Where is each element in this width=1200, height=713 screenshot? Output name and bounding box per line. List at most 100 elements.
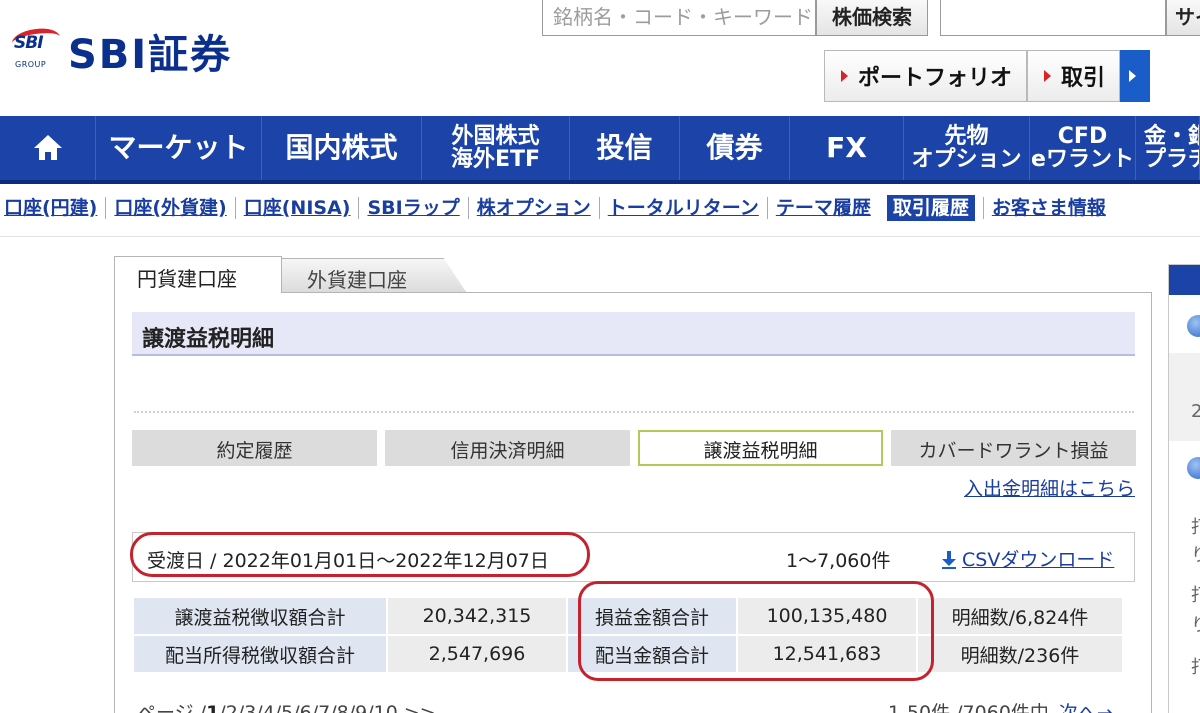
side-panel: 【 2 打 り 打 り 打 bbox=[1168, 264, 1200, 713]
site-search-button[interactable]: サイト内検索 bbox=[1166, 0, 1200, 36]
dividend-tax-label: 配当所得税徴収額合計 bbox=[134, 636, 386, 672]
dotted-divider bbox=[134, 411, 1134, 413]
nav-futures-line2: オプション bbox=[911, 147, 1022, 172]
nav-fx-label: FX bbox=[826, 131, 867, 165]
global-nav: マーケット 国内株式 外国株式 海外ETF 投信 債券 FX 先物 オプション … bbox=[0, 116, 1200, 184]
arrow-right-icon bbox=[1129, 70, 1137, 82]
site-search-input[interactable] bbox=[940, 0, 1166, 36]
quick-nav: ポートフォリオ 取引 bbox=[824, 50, 1151, 102]
arrow-right-icon bbox=[841, 70, 848, 82]
nav-foreign-stock[interactable]: 外国株式 海外ETF bbox=[422, 116, 570, 180]
subnav-stock-option[interactable]: 株オプション bbox=[469, 197, 600, 219]
dividend-amount-label: 配当金額合計 bbox=[568, 636, 736, 672]
nav-futures-line1: 先物 bbox=[944, 123, 989, 149]
tab-jpy-account[interactable]: 円貨建口座 bbox=[114, 256, 282, 293]
side-panel-header bbox=[1169, 265, 1200, 295]
subnav-account-jpy[interactable]: 口座(円建) bbox=[0, 197, 107, 219]
subnav-sbi-wrap[interactable]: SBIラップ bbox=[359, 197, 469, 219]
tab-capital-gains-tax[interactable]: 譲渡益税明細 bbox=[638, 430, 883, 466]
nav-cfd-line2: eワラント bbox=[1031, 147, 1134, 172]
tab-margin-settlement[interactable]: 信用決済明細 bbox=[385, 430, 630, 466]
sbi-logo[interactable]: SBI GROUP SBI証券 bbox=[10, 22, 233, 80]
pager-range: 1-50件 /7060件中 bbox=[888, 702, 1049, 713]
profit-loss-count: 明細数/6,824件 bbox=[918, 598, 1122, 634]
logo-mark-text: SBI bbox=[14, 33, 44, 53]
capital-gains-tax-value: 20,342,315 bbox=[388, 598, 566, 634]
nav-fund[interactable]: 投信 bbox=[570, 116, 680, 180]
nav-foreign-stock-line1: 外国株式 bbox=[451, 123, 540, 149]
nav-market[interactable]: マーケット bbox=[96, 116, 262, 180]
subnav-theme-history[interactable]: テーマ履歴 bbox=[768, 197, 879, 219]
table-row: 配当所得税徴収額合計 2,547,696 配当金額合計 12,541,683 明… bbox=[134, 636, 1122, 672]
deposit-withdrawal-link[interactable]: 入出金明細はこちら bbox=[964, 474, 1135, 501]
dividend-amount-value: 12,541,683 bbox=[738, 636, 916, 672]
stock-search-input[interactable]: 銘柄名・コード・キーワード bbox=[542, 0, 816, 36]
nav-domestic-stock[interactable]: 国内株式 bbox=[262, 116, 422, 180]
subnav-trade-history[interactable]: 取引履歴 bbox=[886, 195, 975, 221]
nav-bond-label: 債券 bbox=[706, 131, 763, 165]
nav-cfd-line1: CFD bbox=[1057, 123, 1108, 149]
account-sub-nav: 口座(円建) 口座(外貨建) 口座(NISA) SBIラップ 株オプション トー… bbox=[0, 192, 1114, 224]
record-count: 1〜7,060件 bbox=[786, 550, 891, 572]
globe-icon bbox=[1187, 315, 1200, 337]
summary-table: 譲渡益税徴収額合計 20,342,315 損益金額合計 100,135,480 … bbox=[132, 596, 1124, 674]
logo-group-text: GROUP bbox=[15, 60, 47, 69]
more-button[interactable] bbox=[1120, 50, 1151, 102]
nav-gold-line2: プラチナ bbox=[1144, 147, 1199, 172]
csv-download-label: CSVダウンロード bbox=[962, 549, 1115, 571]
nav-fund-label: 投信 bbox=[596, 131, 653, 165]
side-char: 【 bbox=[1191, 369, 1200, 395]
profit-loss-value: 100,135,480 bbox=[738, 598, 916, 634]
download-icon bbox=[942, 550, 956, 569]
nav-bond[interactable]: 債券 bbox=[680, 116, 790, 180]
nav-domestic-stock-label: 国内株式 bbox=[285, 131, 398, 165]
tab-covered-warrant[interactable]: カバードワラント損益 bbox=[891, 430, 1136, 466]
nav-gold-line1: 金・銀・ bbox=[1144, 123, 1199, 149]
pager-current-page: 1 bbox=[206, 702, 220, 713]
side-char: 打 bbox=[1191, 581, 1200, 607]
side-char: 打 bbox=[1191, 653, 1200, 679]
portfolio-button[interactable]: ポートフォリオ bbox=[824, 50, 1028, 102]
subnav-customer-info[interactable]: お客さま情報 bbox=[982, 197, 1114, 219]
nav-cfd[interactable]: CFD eワラント bbox=[1030, 116, 1136, 180]
tab-execution-history[interactable]: 約定履歴 bbox=[132, 430, 377, 466]
subnav-account-foreign[interactable]: 口座(外貨建) bbox=[106, 197, 236, 219]
side-char: 打 bbox=[1191, 513, 1200, 539]
next-page-link[interactable]: 次へ→ bbox=[1059, 702, 1113, 713]
capital-gains-tax-label: 譲渡益税徴収額合計 bbox=[134, 598, 386, 634]
nav-home[interactable] bbox=[0, 116, 96, 180]
subnav-account-nisa[interactable]: 口座(NISA) bbox=[236, 197, 360, 219]
side-gray-block bbox=[1169, 353, 1200, 441]
globe-icon bbox=[1187, 457, 1200, 479]
table-row: 譲渡益税徴収額合計 20,342,315 損益金額合計 100,135,480 … bbox=[134, 598, 1122, 634]
dividend-tax-value: 2,547,696 bbox=[388, 636, 566, 672]
nav-gold[interactable]: 金・銀・ プラチナ bbox=[1136, 116, 1200, 180]
nav-fx[interactable]: FX bbox=[790, 116, 904, 180]
pagination: ページ /1/2/3/4/5/6/7/8/9/10 >> bbox=[137, 698, 436, 713]
sbi-logo-mark: SBI GROUP bbox=[10, 25, 62, 73]
stock-search-button[interactable]: 株価検索 bbox=[816, 0, 928, 36]
logo-text: SBI証券 bbox=[68, 32, 233, 78]
trade-button[interactable]: 取引 bbox=[1027, 50, 1121, 102]
pager-pages[interactable]: /2/3/4/5/6/7/8/9/10 >> bbox=[219, 702, 435, 713]
pager-prefix: ページ / bbox=[137, 702, 207, 713]
trade-label: 取引 bbox=[1061, 66, 1106, 91]
profit-loss-label: 損益金額合計 bbox=[568, 598, 736, 634]
history-tabs: 約定履歴 信用決済明細 譲渡益税明細 カバードワラント損益 bbox=[132, 430, 1136, 466]
side-char: り bbox=[1191, 611, 1200, 637]
nav-foreign-stock-line2: 海外ETF bbox=[450, 147, 541, 172]
portfolio-label: ポートフォリオ bbox=[858, 66, 1013, 91]
subnav-total-return[interactable]: トータルリターン bbox=[600, 197, 768, 219]
arrow-right-icon bbox=[1044, 70, 1052, 82]
dividend-count: 明細数/236件 bbox=[918, 636, 1122, 672]
nav-market-label: マーケット bbox=[108, 131, 249, 165]
subnav-divider bbox=[0, 236, 1200, 237]
delivery-date-range: 受渡日 / 2022年01月01日〜2022年12月07日 bbox=[147, 550, 549, 572]
csv-download-link[interactable]: CSVダウンロード bbox=[942, 545, 1114, 572]
side-char: り bbox=[1191, 541, 1200, 567]
side-char: 2 bbox=[1191, 401, 1200, 422]
nav-futures[interactable]: 先物 オプション bbox=[904, 116, 1030, 180]
tab-foreign-account[interactable]: 外貨建口座 bbox=[280, 258, 466, 292]
home-icon bbox=[33, 135, 62, 161]
page-title: 譲渡益税明細 bbox=[132, 312, 1135, 356]
